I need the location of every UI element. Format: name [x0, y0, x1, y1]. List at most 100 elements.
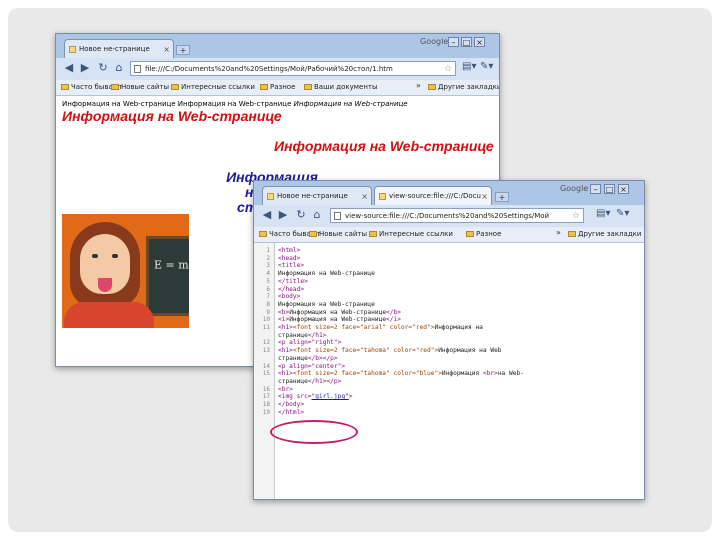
- home-icon[interactable]: ⌂: [112, 61, 126, 75]
- source-token: <img src=: [278, 393, 312, 401]
- source-token: Информация на Web-странице: [289, 316, 387, 324]
- other-bookmarks[interactable]: Другие закладки: [568, 230, 641, 238]
- folder-icon: [259, 231, 267, 237]
- source-token: </p>: [326, 377, 342, 385]
- shirt: [64, 302, 154, 328]
- source-token: <title>: [278, 262, 305, 270]
- page-menu-icon[interactable]: ▤▾: [596, 208, 610, 219]
- address-text: view-source:file:///C:/Documents%20and%2…: [345, 212, 550, 220]
- page-menu-icon[interactable]: ▤▾: [462, 61, 476, 72]
- source-line: <h1><font size=2 face="arial" color="red…: [278, 324, 483, 331]
- line-number: 12: [262, 339, 270, 347]
- wrench-icon[interactable]: ✎▾: [480, 61, 493, 72]
- source-line: <i>Информация на Web-странице</i>: [278, 316, 401, 323]
- bookmark-item[interactable]: Интересные ссылки: [369, 230, 453, 238]
- folder-icon: [428, 84, 436, 90]
- line-number: 10: [262, 316, 270, 324]
- source-token: </html>: [278, 408, 305, 416]
- minimize-button[interactable]: –: [590, 184, 601, 194]
- tab-page[interactable]: Новое не-странице ×: [262, 186, 372, 205]
- source-token: "girl.jpg": [311, 393, 349, 401]
- close-window-button[interactable]: ×: [618, 184, 629, 194]
- source-token: странице: [278, 331, 308, 339]
- plain-text-line: Информация на Web-странице Информация на…: [62, 100, 408, 108]
- bookmark-item[interactable]: Интересные ссылки: [171, 83, 255, 91]
- page-favicon-icon: [69, 46, 76, 53]
- folder-icon: [171, 84, 179, 90]
- source-token: >: [348, 393, 353, 401]
- source-token: странице: [278, 377, 308, 385]
- girl-photo: E = mc2: [62, 214, 189, 328]
- wrench-icon[interactable]: ✎▾: [616, 208, 629, 219]
- bookmark-item[interactable]: Разное: [466, 230, 501, 238]
- address-bar[interactable]: file:///C:/Documents%20and%20Settings/Мо…: [130, 61, 456, 76]
- bookmark-item[interactable]: Разное: [260, 83, 295, 91]
- source-line: <body>: [278, 293, 300, 300]
- source-token: Информация на: [434, 324, 483, 331]
- source-line: </title>: [278, 278, 308, 285]
- star-icon[interactable]: ☆: [572, 209, 580, 222]
- source-token: Информация: [441, 370, 483, 378]
- line-number: 9: [266, 308, 270, 316]
- bookmark-item[interactable]: Ваши документы: [304, 83, 378, 91]
- maximize-button[interactable]: □: [604, 184, 615, 194]
- line-number: 16: [262, 385, 270, 393]
- folder-icon: [61, 84, 69, 90]
- heading-red-left: Информация на Web-странице: [62, 108, 282, 124]
- back-icon[interactable]: ◀: [260, 208, 274, 222]
- source-token: Информация на Web: [438, 347, 502, 355]
- source-token: Информация на Web-странице: [278, 300, 375, 308]
- bookmark-item[interactable]: Новые сайты: [309, 230, 367, 238]
- line-number: 11: [262, 324, 270, 331]
- source-line: </html>: [278, 409, 304, 416]
- home-icon[interactable]: ⌂: [310, 208, 324, 222]
- source-line: <img src="girl.jpg">: [278, 393, 353, 400]
- tab-close-icon[interactable]: ×: [481, 187, 488, 205]
- page-favicon-icon: [379, 193, 386, 200]
- source-line: странице</h1></p>: [278, 378, 341, 385]
- source-token: <br>: [278, 385, 293, 393]
- bookmarks-bar: Часто бывают Новые сайты Интересные ссыл…: [254, 227, 644, 243]
- bookmark-item[interactable]: Новые сайты: [111, 83, 169, 91]
- toolbar: ◀ ▶ ↻ ⌂ view-source:file:///C:/Documents…: [254, 205, 644, 227]
- source-line: <b>Информация на Web-странице</b>: [278, 309, 401, 316]
- page-icon: [334, 212, 341, 220]
- source-token: </h1>: [307, 377, 327, 385]
- source-token: на Web-: [497, 370, 524, 378]
- source-token: Информация на Web-странице: [289, 308, 387, 316]
- heading-red-right: Информация на Web-странице: [274, 138, 494, 154]
- tab-view-source[interactable]: view-source:file:///C:/Docu ×: [374, 186, 492, 205]
- source-token: </b>: [386, 308, 401, 316]
- tab-close-icon[interactable]: ×: [361, 187, 368, 205]
- source-token: <p align="right">: [278, 339, 342, 347]
- folder-icon: [309, 231, 317, 237]
- new-tab-button[interactable]: +: [495, 192, 509, 202]
- other-bookmarks[interactable]: Другие закладки: [428, 83, 499, 91]
- source-line: Информация на Web-странице: [278, 270, 375, 277]
- line-number: 1: [266, 247, 270, 254]
- reload-icon[interactable]: ↻: [96, 61, 110, 75]
- line-number: 14: [262, 362, 270, 370]
- eye: [92, 254, 98, 258]
- tab-page[interactable]: Новое не-странице ×: [64, 39, 174, 58]
- source-token: </h1>: [307, 331, 327, 339]
- source-line: <title>: [278, 262, 304, 269]
- source-line: <head>: [278, 255, 300, 262]
- source-token: <b>: [278, 308, 290, 316]
- folder-icon: [260, 84, 268, 90]
- maximize-button[interactable]: □: [461, 37, 472, 47]
- back-icon[interactable]: ◀: [62, 61, 76, 75]
- bookmarks-overflow-icon[interactable]: »: [416, 81, 421, 90]
- close-window-button[interactable]: ×: [474, 37, 485, 47]
- reload-icon[interactable]: ↻: [294, 208, 308, 222]
- address-bar[interactable]: view-source:file:///C:/Documents%20and%2…: [330, 208, 584, 223]
- bookmarks-overflow-icon[interactable]: »: [556, 228, 561, 237]
- source-line: странице</h1>: [278, 332, 326, 339]
- forward-icon[interactable]: ▶: [276, 208, 290, 222]
- new-tab-button[interactable]: +: [176, 45, 190, 55]
- tab-close-icon[interactable]: ×: [163, 40, 170, 58]
- highlight-ellipse: [270, 420, 358, 444]
- forward-icon[interactable]: ▶: [78, 61, 92, 75]
- minimize-button[interactable]: –: [448, 37, 459, 47]
- star-icon[interactable]: ☆: [444, 62, 452, 75]
